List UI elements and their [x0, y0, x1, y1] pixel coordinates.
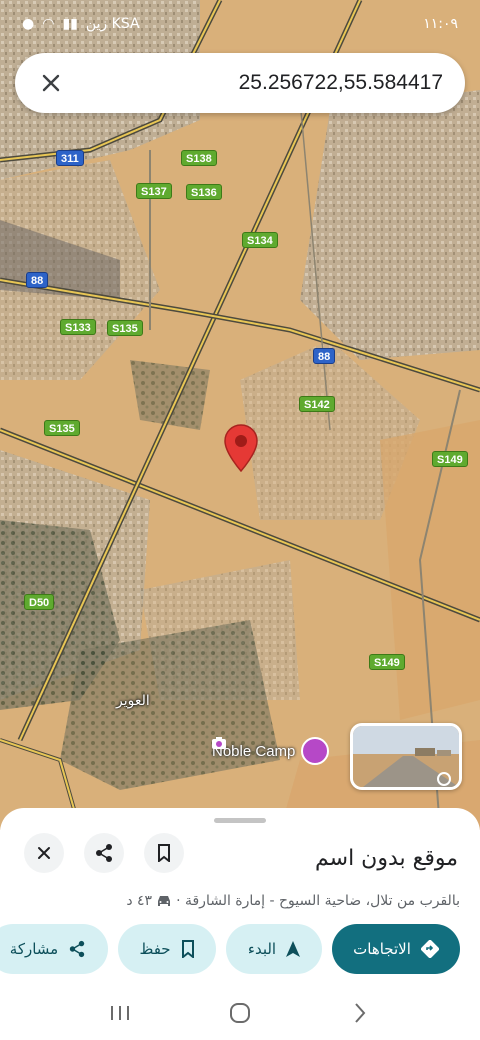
location-icon: ●: [22, 16, 35, 32]
bookmark-icon: [158, 844, 170, 862]
place-label: العوير: [116, 693, 150, 709]
share-sheet-button[interactable]: [84, 833, 124, 873]
directions-icon: [420, 940, 439, 958]
bookmark-sheet-button[interactable]: [144, 833, 184, 873]
camera-icon: [212, 737, 330, 765]
poi-marker[interactable]: Noble Camp: [212, 737, 330, 765]
place-address: بالقرب من تلال، ضاحية السيوح - إمارة الش…: [176, 893, 460, 909]
place-title: موقع بدون اسم: [315, 846, 458, 871]
route-badge: S135: [44, 420, 80, 436]
car-icon: [158, 896, 171, 906]
share-button[interactable]: مشاركة: [0, 924, 108, 974]
home-button[interactable]: [220, 993, 260, 1033]
search-bar[interactable]: 25.256722,55.584417: [15, 53, 465, 113]
close-icon: [38, 847, 50, 859]
start-button[interactable]: البدء: [226, 924, 322, 974]
street-view-thumbnail[interactable]: [350, 723, 462, 790]
recent-apps-button[interactable]: [100, 993, 140, 1033]
route-badge: S136: [186, 184, 222, 200]
route-badge: S149: [432, 451, 468, 467]
status-bar: ● ◠ ▮▮ زين KSA ١١:٠٩: [0, 0, 480, 48]
status-indicators: ● ◠ ▮▮ زين KSA: [22, 16, 140, 32]
system-nav-bar: [0, 985, 480, 1040]
location-pin-icon[interactable]: [224, 424, 258, 472]
route-badge: S135: [107, 320, 143, 336]
bookmark-icon: [181, 940, 194, 958]
home-icon: [230, 1002, 250, 1023]
search-input[interactable]: 25.256722,55.584417: [65, 71, 443, 95]
directions-button[interactable]: الاتجاهات: [332, 924, 460, 974]
drive-time: ٤٣ د: [126, 893, 153, 909]
place-subtitle: بالقرب من تلال، ضاحية السيوح - إمارة الش…: [126, 893, 460, 909]
route-badge: S133: [60, 319, 96, 335]
wifi-icon: ◠: [42, 16, 55, 32]
action-row: الاتجاهات البدء حفظ مشاركة: [0, 924, 480, 974]
close-sheet-button[interactable]: [24, 833, 64, 873]
clock: ١١:٠٩: [423, 16, 458, 32]
share-icon: [70, 940, 85, 958]
share-icon: [96, 844, 112, 862]
route-badge: S134: [242, 232, 278, 248]
save-label: حفظ: [139, 940, 171, 958]
signal-icon: ▮▮: [62, 16, 78, 32]
chevron-right-icon: [355, 1002, 366, 1023]
navigation-arrow-icon: [286, 941, 301, 957]
save-button[interactable]: حفظ: [118, 924, 216, 974]
directions-label: الاتجاهات: [353, 940, 411, 958]
recents-icon: [111, 1005, 129, 1020]
route-badge: S138: [181, 150, 217, 166]
route-badge: 88: [313, 348, 336, 364]
route-badge: 88: [26, 272, 49, 288]
route-badge: S149: [369, 654, 405, 670]
map-view[interactable]: S138 S137 S136 S134 S133 S135 S135 S142 …: [0, 0, 480, 830]
satellite-imagery: [0, 0, 480, 830]
start-label: البدء: [247, 940, 277, 958]
back-button[interactable]: [340, 993, 380, 1033]
route-badge: S142: [299, 396, 335, 412]
route-badge: D50: [24, 594, 55, 610]
drag-handle[interactable]: [214, 818, 266, 823]
carrier-name: زين KSA: [85, 16, 140, 32]
route-badge: 311: [56, 150, 84, 166]
share-label: مشاركة: [9, 940, 59, 958]
route-badge: S137: [136, 183, 172, 199]
close-icon[interactable]: [37, 69, 65, 97]
